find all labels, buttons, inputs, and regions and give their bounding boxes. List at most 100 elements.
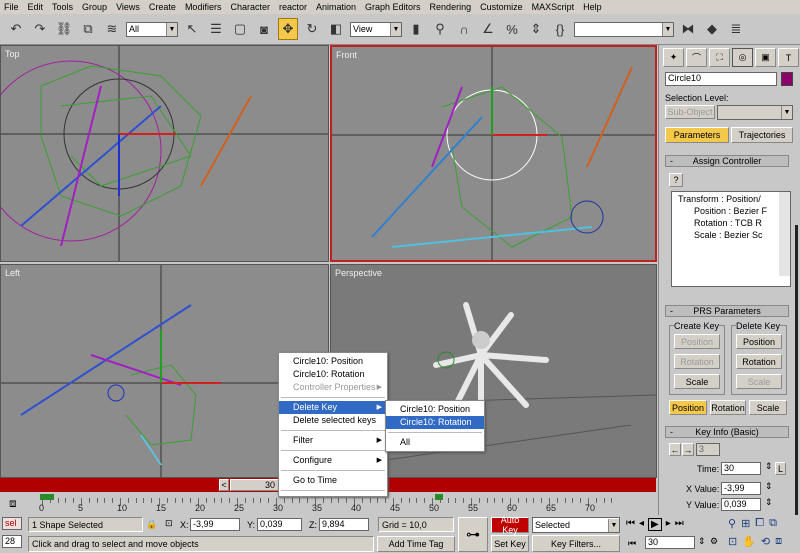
- menu-group[interactable]: Group: [82, 2, 107, 12]
- zoom-extents-all-icon[interactable]: ⧉: [769, 517, 777, 530]
- maxscript-listener-2[interactable]: 28: [2, 535, 22, 548]
- menu-rendering[interactable]: Rendering: [430, 2, 472, 12]
- select-by-name-icon[interactable]: ☰: [206, 18, 226, 40]
- prev-key-icon[interactable]: ←: [669, 443, 681, 456]
- named-selection-dropdown[interactable]: ▼: [574, 21, 674, 37]
- key-marker[interactable]: [435, 494, 443, 500]
- auto-key-button[interactable]: Auto Key: [491, 515, 529, 535]
- tree-item-rotation[interactable]: Rotation : TCB R: [694, 218, 762, 228]
- current-frame-field[interactable]: 30: [645, 536, 695, 549]
- object-color-swatch[interactable]: [781, 72, 793, 86]
- tree-item-transform[interactable]: Transform : Position/: [678, 194, 761, 204]
- time-config-icon[interactable]: ⚙: [710, 536, 718, 547]
- frame-spinner[interactable]: ⇕: [698, 536, 706, 547]
- menu-reactor[interactable]: reactor: [279, 2, 307, 12]
- menu-views[interactable]: Views: [116, 2, 140, 12]
- delete-position-key-button[interactable]: Position: [736, 334, 782, 349]
- y-value-spinner[interactable]: ⇕: [765, 497, 773, 508]
- menu-item-rotation[interactable]: Circle10: Rotation: [279, 368, 387, 381]
- y-coord-field[interactable]: 0,039: [257, 518, 302, 531]
- modify-tab-icon[interactable]: ⌒: [686, 48, 707, 67]
- menu-graph-editors[interactable]: Graph Editors: [365, 2, 421, 12]
- arc-rotate-icon[interactable]: ⟲: [761, 535, 770, 548]
- key-info-rollout[interactable]: - Key Info (Basic): [665, 426, 789, 438]
- window-crossing-icon[interactable]: ◙: [254, 18, 274, 40]
- controller-tree[interactable]: Transform : Position/ Position : Bezier …: [671, 191, 791, 287]
- menu-edit[interactable]: Edit: [28, 2, 44, 12]
- angle-snap-icon[interactable]: ∠: [478, 18, 498, 40]
- menu-help[interactable]: Help: [583, 2, 602, 12]
- track-bar-icon[interactable]: ⧈: [9, 496, 17, 511]
- motion-tab-icon[interactable]: ◎: [732, 48, 753, 67]
- spinner-snap-icon[interactable]: ⇕: [526, 18, 546, 40]
- undo-icon[interactable]: ↶: [6, 18, 26, 40]
- create-scale-key-button[interactable]: Scale: [674, 374, 720, 389]
- rotate-icon[interactable]: ↻: [302, 18, 322, 40]
- redo-icon[interactable]: ↷: [30, 18, 50, 40]
- key-mode-toggle-icon[interactable]: ⏮: [628, 538, 636, 549]
- assign-controller-button[interactable]: ?: [669, 173, 683, 187]
- tree-item-scale[interactable]: Scale : Bezier Sc: [694, 230, 763, 240]
- edit-named-selections-icon[interactable]: {}: [550, 18, 570, 40]
- menu-item-delete-key[interactable]: Delete Key ▶: [279, 401, 387, 414]
- go-to-start-icon[interactable]: ⏮: [626, 518, 635, 531]
- move-icon[interactable]: ✥: [278, 18, 298, 40]
- menu-item-go-to-time[interactable]: Go to Time: [279, 474, 387, 487]
- submenu-item-position[interactable]: Circle10: Position: [386, 403, 484, 416]
- link-icon[interactable]: ⛓: [54, 18, 74, 40]
- key-marker[interactable]: [40, 494, 54, 500]
- align-icon[interactable]: ◆: [702, 18, 722, 40]
- lock-selection-icon[interactable]: 🔒: [146, 519, 157, 530]
- menu-maxscript[interactable]: MAXScript: [532, 2, 575, 12]
- menu-tools[interactable]: Tools: [52, 2, 73, 12]
- go-to-end-icon[interactable]: ⏭: [675, 518, 684, 531]
- key-filters-button[interactable]: Key Filters...: [532, 535, 620, 552]
- maxscript-listener[interactable]: sel: [2, 517, 22, 530]
- zoom-extents-icon[interactable]: ⧠: [755, 517, 764, 530]
- prs-parameters-rollout[interactable]: - PRS Parameters: [665, 305, 789, 317]
- reference-coord-dropdown[interactable]: View ▼: [350, 21, 402, 37]
- zoom-icon[interactable]: ⚲: [728, 517, 736, 530]
- tree-item-position[interactable]: Position : Bezier F: [694, 206, 767, 216]
- rotation-mode-button[interactable]: Rotation: [710, 400, 746, 415]
- unlink-icon[interactable]: ⧉: [78, 18, 98, 40]
- rect-region-icon[interactable]: ▢: [230, 18, 250, 40]
- percent-snap-icon[interactable]: %: [502, 18, 522, 40]
- bind-space-warp-icon[interactable]: ≋: [102, 18, 122, 40]
- select-icon[interactable]: ↖: [182, 18, 202, 40]
- assign-controller-rollout[interactable]: - Assign Controller: [665, 155, 789, 167]
- prev-frame-icon[interactable]: ◂: [639, 518, 644, 531]
- object-name-field[interactable]: Circle10: [665, 72, 777, 86]
- play-icon[interactable]: ▶: [648, 518, 662, 531]
- time-spinner[interactable]: ⇕: [765, 461, 773, 472]
- next-key-icon[interactable]: →: [682, 443, 694, 456]
- create-rotation-key-button[interactable]: Rotation: [674, 354, 720, 369]
- menu-file[interactable]: File: [4, 2, 19, 12]
- position-mode-button[interactable]: Position: [669, 400, 707, 415]
- create-position-key-button[interactable]: Position: [674, 334, 720, 349]
- set-key-button[interactable]: Set Key: [491, 535, 529, 552]
- hierarchy-tab-icon[interactable]: ⛶: [709, 48, 730, 67]
- display-tab-icon[interactable]: ▣: [755, 48, 776, 67]
- absolute-mode-icon[interactable]: ⊡: [165, 518, 173, 529]
- parameters-button[interactable]: Parameters: [665, 127, 729, 143]
- x-value-field[interactable]: -3,99: [721, 482, 761, 495]
- viewport-front[interactable]: Front: [330, 45, 657, 262]
- sub-object-dropdown[interactable]: ▼: [717, 105, 793, 120]
- sub-object-button[interactable]: Sub-Object: [665, 105, 715, 119]
- maximize-viewport-icon[interactable]: ⧈: [775, 535, 782, 548]
- time-slider-prev[interactable]: <: [219, 479, 229, 491]
- lock-button[interactable]: L: [775, 462, 786, 475]
- tree-scrollbar[interactable]: [779, 192, 790, 276]
- zoom-all-icon[interactable]: ⊞: [741, 517, 750, 530]
- manipulate-icon[interactable]: ⚲: [430, 18, 450, 40]
- z-coord-field[interactable]: 9,894: [319, 518, 369, 531]
- time-field[interactable]: 30: [721, 462, 761, 475]
- menu-item-configure[interactable]: Configure ▶: [279, 454, 387, 467]
- menu-item-controller-properties[interactable]: Controller Properties ▶: [279, 381, 387, 394]
- viewport-top[interactable]: Top: [0, 45, 329, 262]
- x-value-spinner[interactable]: ⇕: [765, 481, 773, 492]
- delete-scale-key-button[interactable]: Scale: [736, 374, 782, 389]
- mirror-icon[interactable]: ⧓: [678, 18, 698, 40]
- selection-filter-dropdown[interactable]: All ▼: [126, 21, 178, 37]
